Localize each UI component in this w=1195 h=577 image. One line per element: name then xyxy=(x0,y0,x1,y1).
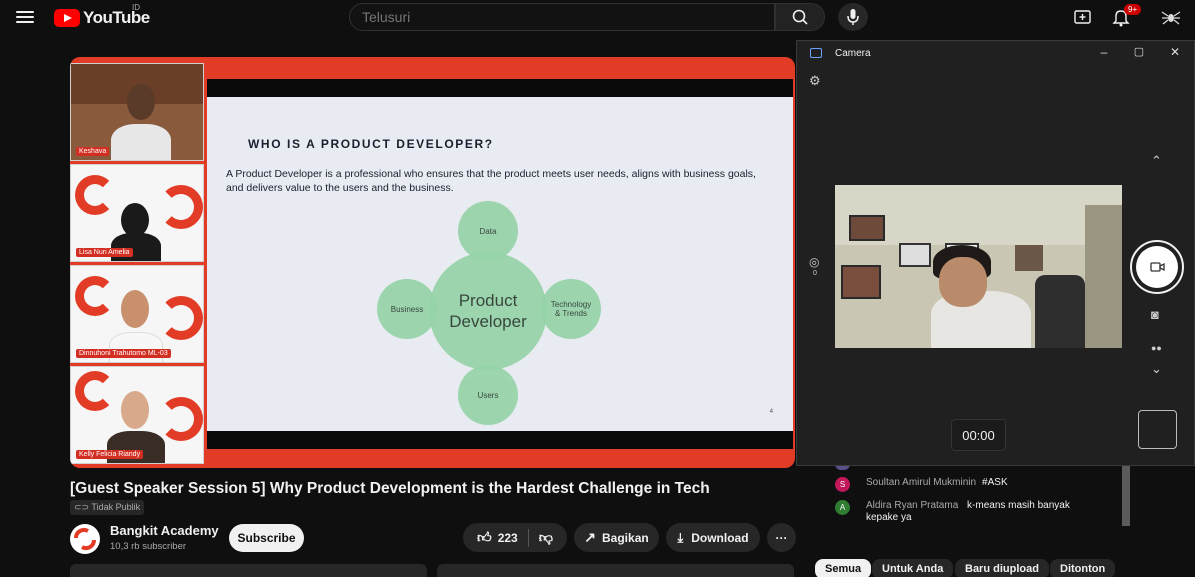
like-dislike-group: 👍︎ 223 👎︎ xyxy=(463,523,567,552)
record-video-button[interactable] xyxy=(1130,240,1184,294)
like-button[interactable]: 👍︎ 223 xyxy=(477,529,518,546)
slide-title: WHO IS A PRODUCT DEVELOPER? xyxy=(248,137,494,151)
more-actions-button[interactable]: ··· xyxy=(767,523,796,552)
participant-tile: Kelly Felicia Riandy xyxy=(70,366,204,464)
dislike-button[interactable]: 👎︎ xyxy=(539,529,553,546)
more-modes-icon[interactable]: ●● xyxy=(1151,343,1162,353)
share-arrow-icon: ↗ xyxy=(584,529,597,545)
close-button[interactable]: ✕ xyxy=(1164,45,1186,63)
search-input[interactable] xyxy=(350,4,774,30)
participant-tile: Keshava xyxy=(70,63,204,161)
related-card[interactable] xyxy=(437,564,794,577)
more-dots-icon: ··· xyxy=(775,530,788,545)
link-icon: ⊂⊃ xyxy=(74,502,92,512)
top-bar: YouTube ID 9+ xyxy=(0,0,1195,34)
live-chat-replay: S Soultan Amirul Mukminin #ASK A Aldira … xyxy=(815,464,1133,528)
download-button[interactable]: ⤓ Download xyxy=(666,523,760,552)
description-card[interactable] xyxy=(70,564,427,577)
participant-tile: Lisa Nuri Amelia xyxy=(70,164,204,262)
country-code: ID xyxy=(132,3,140,12)
chat-scrollbar[interactable] xyxy=(1122,466,1130,526)
channel-name[interactable]: Bangkit Academy xyxy=(110,523,219,538)
participant-name: Keshava xyxy=(76,147,110,156)
exposure-icon[interactable]: ◎ xyxy=(809,255,819,269)
diagram-node-users: Users xyxy=(458,365,518,425)
like-count: 223 xyxy=(497,530,518,545)
thumbs-down-icon: 👎︎ xyxy=(538,529,553,545)
maximize-button[interactable]: ▢ xyxy=(1128,45,1150,63)
microphone-icon xyxy=(847,9,859,25)
notification-badge: 9+ xyxy=(1124,4,1142,15)
search-button[interactable] xyxy=(775,3,825,31)
slide-letterbox-top xyxy=(207,79,793,97)
share-label: Bagikan xyxy=(602,530,649,545)
shutter-inner xyxy=(1136,246,1178,288)
account-avatar[interactable] xyxy=(1160,6,1182,28)
thumbs-up-icon: 👍︎ xyxy=(477,529,492,545)
participant-name: Kelly Felicia Riandy xyxy=(76,450,144,459)
video-title: [Guest Speaker Session 5] Why Product De… xyxy=(70,480,710,497)
chip-all[interactable]: Semua xyxy=(815,559,872,577)
participant-name: Lisa Nuri Amelia xyxy=(76,248,133,257)
visibility-badge: ⊂⊃ Tidak Publik xyxy=(70,500,145,515)
presentation-slide: WHO IS A PRODUCT DEVELOPER? A Product De… xyxy=(207,97,793,431)
chat-avatar: S xyxy=(835,477,850,492)
youtube-play-icon xyxy=(54,9,80,27)
camera-title-bar[interactable]: Camera – ▢ ✕ xyxy=(797,41,1194,67)
exposure-value: 0 xyxy=(813,270,817,277)
camera-app-window: Camera – ▢ ✕ ⚙ ◎ 0 ⌃ ◙ ●● ⌄ 00:00 xyxy=(796,40,1195,466)
settings-gear-icon[interactable]: ⚙ xyxy=(809,73,821,89)
chat-message: S Soultan Amirul Mukminin #ASK xyxy=(835,477,1008,492)
slide-body-text: A Product Developer is a professional wh… xyxy=(226,168,756,194)
create-video-icon xyxy=(1074,10,1091,24)
chat-text: #ASK xyxy=(982,477,1008,488)
chip-recently-uploaded[interactable]: Baru diupload xyxy=(955,559,1049,577)
bangkit-logo-icon xyxy=(73,527,97,551)
participant-strip: Keshava Lisa Nuri Amelia Dinnuhoni Trahu… xyxy=(70,63,204,464)
search-box xyxy=(349,3,775,31)
diagram-center-node: Product Developer xyxy=(429,252,547,370)
youtube-logo[interactable]: YouTube ID xyxy=(54,3,150,28)
video-player[interactable]: Keshava Lisa Nuri Amelia Dinnuhoni Trahu… xyxy=(70,57,795,468)
minimize-button[interactable]: – xyxy=(1093,45,1115,63)
share-button[interactable]: ↗ Bagikan xyxy=(574,523,659,552)
chat-message: A Aldira Ryan Pratama k-means masih bany… xyxy=(835,500,1086,524)
photo-mode-icon[interactable]: ◙ xyxy=(1151,307,1159,322)
chip-for-you[interactable]: Untuk Anda xyxy=(872,559,954,577)
chat-author[interactable]: Aldira Ryan Pratama xyxy=(866,500,958,511)
subscribe-button[interactable]: Subscribe xyxy=(229,524,304,552)
camera-window-title: Camera xyxy=(835,48,871,59)
voice-search-button[interactable] xyxy=(838,3,868,31)
diagram-node-business: Business xyxy=(377,279,437,339)
download-label: Download xyxy=(691,530,749,545)
spider-avatar-icon xyxy=(1161,11,1181,25)
create-button[interactable] xyxy=(1072,6,1094,28)
camera-app-icon xyxy=(810,48,822,58)
camera-preview xyxy=(835,185,1122,348)
slide-page-number: 4 xyxy=(769,409,773,415)
search-icon xyxy=(792,9,808,25)
download-icon: ⤓ xyxy=(677,529,684,545)
like-divider xyxy=(527,528,529,547)
slide-letterbox-bottom xyxy=(207,431,793,449)
hamburger-menu-icon[interactable] xyxy=(16,8,34,24)
participant-tile: Dinnuhoni Trahutomo ML-03 xyxy=(70,265,204,363)
channel-avatar[interactable] xyxy=(70,524,100,554)
chevron-down-icon[interactable]: ⌄ xyxy=(1151,361,1162,377)
visibility-text: Tidak Publik xyxy=(91,502,141,512)
chip-watched[interactable]: Ditonton xyxy=(1050,559,1116,577)
video-camera-icon xyxy=(1150,262,1165,272)
participant-name: Dinnuhoni Trahutomo ML-03 xyxy=(76,349,171,358)
chevron-up-icon[interactable]: ⌃ xyxy=(1151,153,1162,169)
last-capture-thumbnail[interactable] xyxy=(1138,410,1177,449)
chat-author[interactable]: Soultan Amirul Mukminin xyxy=(866,477,976,492)
recording-timer: 00:00 xyxy=(951,419,1006,451)
subscriber-count: 10,3 rb subscriber xyxy=(110,541,187,552)
chat-avatar: A xyxy=(835,500,850,515)
diagram-node-technology: Technology & Trends xyxy=(541,279,601,339)
